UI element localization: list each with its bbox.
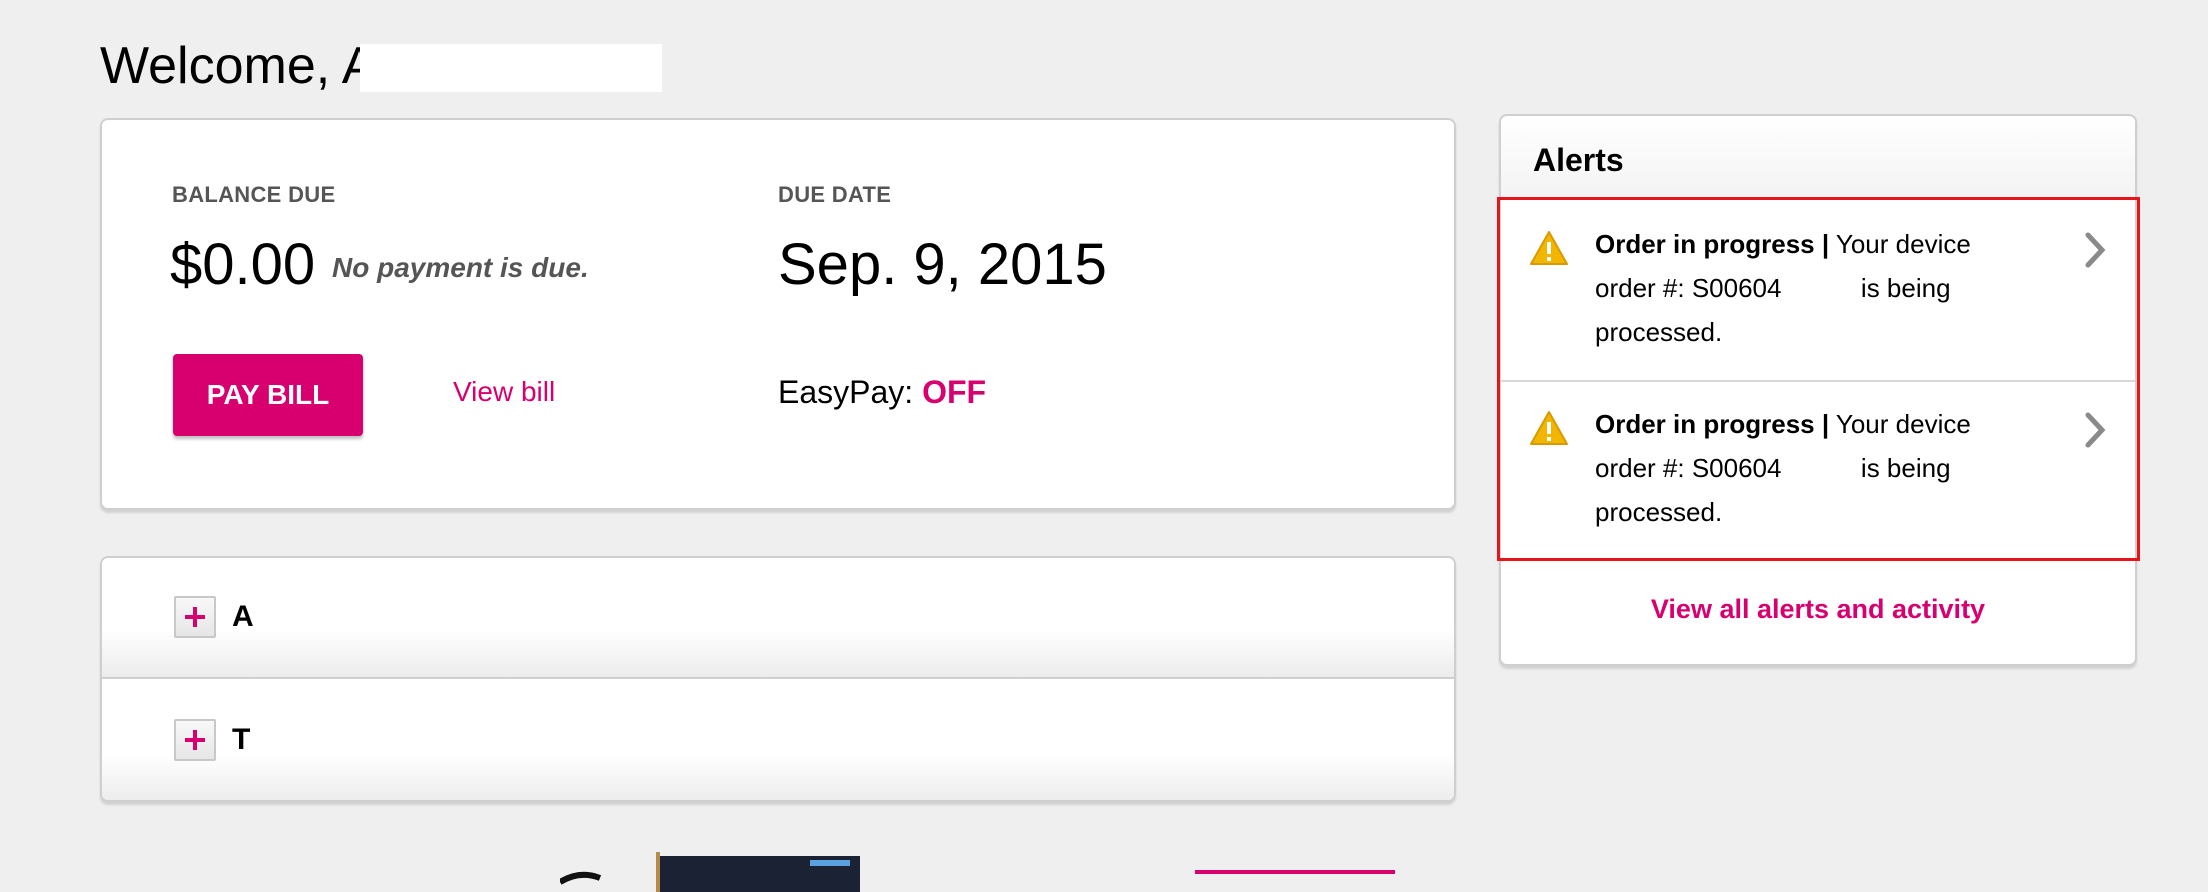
promo-button-edge — [1195, 870, 1395, 874]
view-all-alerts-link[interactable]: View all alerts and activity — [1501, 594, 2135, 625]
alert-message: Order in progress | Your device order #:… — [1595, 402, 2015, 534]
easypay-status-line: EasyPay: OFF — [778, 374, 986, 411]
chevron-right-icon[interactable] — [2083, 232, 2107, 268]
alert-heading: Order in progress | — [1595, 409, 1830, 439]
plus-icon[interactable] — [174, 719, 216, 761]
balance-due-label: BALANCE DUE — [172, 182, 336, 207]
accordion-row-label: T — [232, 723, 251, 756]
line-accordion: A T — [100, 556, 1456, 802]
promo-device-image — [560, 852, 860, 892]
alert-heading: Order in progress | — [1595, 229, 1830, 259]
accordion-row[interactable]: A — [102, 558, 1454, 679]
alerts-title: Alerts — [1533, 142, 1624, 178]
accordion-row[interactable]: T — [102, 681, 1454, 800]
balance-amount: $0.00 — [170, 232, 316, 297]
balance-card: BALANCE DUE DUE DATE — [100, 118, 1456, 510]
alert-item[interactable]: Order in progress | Your device order #:… — [1501, 202, 2135, 382]
warning-triangle-icon — [1530, 411, 1568, 445]
alerts-panel: Alerts Order in progress | Your device o… — [1499, 114, 2137, 666]
due-date-label: DUE DATE — [778, 182, 892, 207]
welcome-heading: Welcome, A — [100, 37, 377, 95]
easypay-status-value[interactable]: OFF — [922, 374, 986, 410]
plus-icon[interactable] — [174, 596, 216, 638]
no-payment-note: No payment is due. — [332, 252, 589, 283]
pay-bill-button[interactable]: PAY BILL — [173, 354, 363, 436]
alert-line2: order #: S00604 is being — [1595, 273, 1951, 303]
due-date-value: Sep. 9, 2015 — [778, 232, 1107, 297]
alert-item[interactable]: Order in progress | Your device order #:… — [1501, 382, 2135, 562]
easypay-label: EasyPay: — [778, 374, 914, 410]
view-bill-link[interactable]: View bill — [453, 376, 555, 408]
chevron-right-icon[interactable] — [2083, 412, 2107, 448]
warning-triangle-icon — [1530, 231, 1568, 265]
alert-line2: order #: S00604 is being — [1595, 453, 1951, 483]
alert-line3: processed. — [1595, 317, 1723, 347]
alert-line1: Your device — [1835, 229, 1971, 259]
alert-line3: processed. — [1595, 497, 1723, 527]
redacted-name-block — [360, 44, 662, 92]
alert-line1: Your device — [1835, 409, 1971, 439]
accordion-row-label: A — [232, 600, 254, 633]
alert-message: Order in progress | Your device order #:… — [1595, 222, 2015, 354]
